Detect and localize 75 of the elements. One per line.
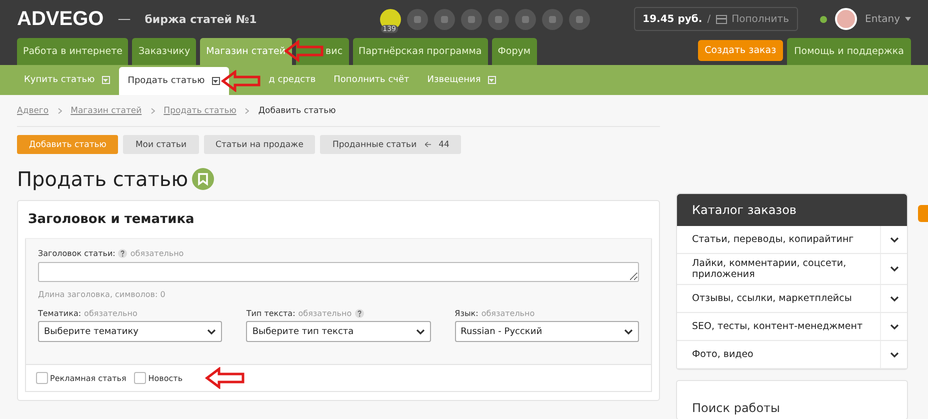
- field-label: Тематика:: [38, 309, 82, 318]
- card-icon: [716, 14, 727, 24]
- help-icon[interactable]: [354, 309, 364, 318]
- panel-title: Поиск работы: [692, 401, 780, 417]
- required-hint: обязательно: [298, 309, 352, 318]
- breadcrumb[interactable]: Продать статью: [164, 106, 236, 116]
- required-hint: обязательно: [481, 309, 535, 318]
- avatar[interactable]: [835, 8, 858, 30]
- help-icon[interactable]: [118, 249, 128, 258]
- breadcrumb[interactable]: Адвего: [17, 106, 49, 116]
- action-button[interactable]: Добавить статью: [17, 135, 118, 154]
- subnav-tab[interactable]: Извещения: [418, 65, 505, 95]
- balance: 19.45 руб.: [642, 14, 702, 24]
- chevron-down-icon: [416, 328, 425, 334]
- field-label: Язык:: [454, 309, 478, 318]
- dash: —: [118, 12, 131, 26]
- catalog-item[interactable]: Фото, видео: [677, 345, 880, 364]
- nav-tab[interactable]: Работа в интернете: [17, 38, 128, 65]
- field-label: Заголовок статьи:: [38, 249, 116, 258]
- subnav-tab[interactable]: Купить статью: [15, 65, 119, 95]
- title-length: Длина заголовка, символов: 0: [38, 290, 166, 299]
- arrow-icon: [284, 40, 324, 62]
- checkbox[interactable]: [134, 372, 146, 384]
- action-button[interactable]: Статьи на продаже: [204, 135, 316, 154]
- chevron-down-icon: [890, 236, 898, 242]
- tagline: биржа статей №1: [144, 12, 257, 26]
- checkbox-label: Рекламная статья: [50, 374, 126, 382]
- chevron-down-icon: [207, 328, 216, 334]
- nav-tab[interactable]: Магазин статей: [200, 38, 292, 65]
- chevron-down-icon: [890, 324, 898, 330]
- select-field[interactable]: Russian - Русский: [454, 321, 639, 342]
- title-input[interactable]: [38, 262, 639, 282]
- chevron-down-icon: [890, 296, 898, 302]
- chevron-down-icon: [890, 266, 898, 272]
- required-hint: обязательно: [84, 309, 138, 318]
- arrow-icon: [204, 367, 245, 389]
- action-button[interactable]: Мои статьи: [123, 135, 199, 154]
- caret-icon: [905, 17, 911, 21]
- select-field[interactable]: Выберите тип текста: [246, 321, 431, 342]
- checkbox-label: Новость: [148, 374, 183, 382]
- bookmark-icon: [192, 168, 214, 190]
- balance-panel[interactable]: 19.45 руб. / Пополнить: [634, 7, 798, 31]
- topup-link[interactable]: Пополнить: [732, 14, 790, 24]
- chevron-down-icon: [624, 328, 633, 334]
- catalog-item[interactable]: Статьи, переводы, копирайтинг: [677, 230, 880, 249]
- nav-tab[interactable]: Форум: [492, 38, 537, 65]
- chevron-right-icon: [150, 108, 155, 114]
- nav-tab[interactable]: Заказчику: [132, 38, 196, 65]
- nav-tab[interactable]: Партнёрская программа: [352, 38, 488, 65]
- field-label: Тип текста:: [246, 309, 296, 318]
- required-hint: обязательно: [130, 249, 184, 258]
- subnav-tab[interactable]: д средств: [228, 65, 325, 95]
- user-menu[interactable]: Entany: [865, 14, 911, 24]
- subnav-tab[interactable]: Пополнить счёт: [324, 65, 418, 95]
- help-tab[interactable]: Помощь и поддержка: [787, 38, 911, 65]
- logo[interactable]: ADVEGO: [17, 8, 104, 30]
- chevron-down-icon: [890, 352, 898, 358]
- arrow-left-icon: [424, 142, 431, 147]
- create-order-button[interactable]: Создать заказ: [698, 40, 784, 61]
- subnav-tab[interactable]: Продать статью: [118, 67, 229, 95]
- chevron-right-icon: [245, 108, 250, 114]
- breadcrumb: Добавить статью: [258, 106, 336, 116]
- separator: /: [707, 14, 711, 24]
- catalog-item[interactable]: Лайки, комментарии, соцсети, приложения: [677, 254, 880, 284]
- panel-title: Каталог заказов: [677, 194, 907, 226]
- breadcrumb[interactable]: Магазин статей: [70, 106, 142, 116]
- select-field[interactable]: Выберите тематику: [38, 321, 222, 342]
- chevron-right-icon: [58, 108, 62, 114]
- page-title: Продать статью: [17, 167, 188, 191]
- catalog-item[interactable]: Отзывы, ссылки, маркетплейсы: [677, 289, 880, 308]
- action-button[interactable]: Проданные статьи 44: [320, 135, 462, 154]
- checkbox[interactable]: [36, 372, 48, 384]
- catalog-item[interactable]: SEO, тесты, контент-менеджмент: [677, 317, 880, 336]
- arrow-icon: [220, 70, 261, 92]
- side-handle-icon[interactable]: [918, 205, 928, 222]
